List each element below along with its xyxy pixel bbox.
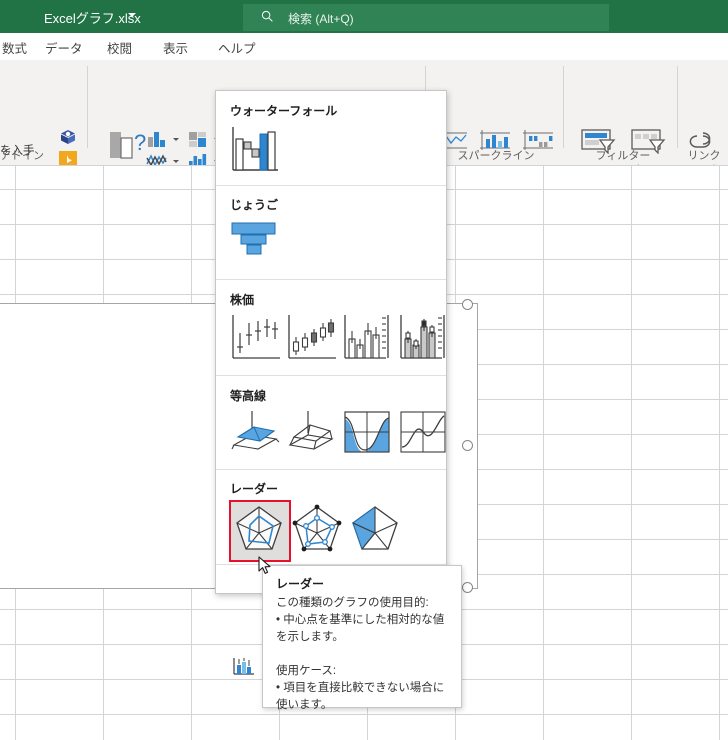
chevron-down-icon[interactable] — [173, 160, 179, 163]
ribbon-tab-bar: 数式 データ 校閲 表示 ヘルプ — [0, 33, 728, 61]
mouse-cursor-icon — [258, 556, 271, 574]
section-title-surface: 等高線 — [230, 389, 267, 403]
section-title-radar: レーダー — [230, 482, 279, 496]
more-charts-icon — [233, 658, 254, 675]
section-title-waterfall: ウォーターフォール — [230, 104, 338, 118]
tab-view[interactable]: 表示 — [163, 38, 188, 57]
chart-type-dropdown[interactable]: ウォーターフォール じょうご 株価 等高線 レーダー — [215, 90, 450, 675]
group-label-filter: フィルター — [595, 150, 651, 162]
wireframe-contour-thumb[interactable] — [398, 409, 450, 457]
chevron-down-icon[interactable] — [128, 13, 136, 17]
tab-formulas[interactable]: 数式 — [2, 38, 27, 57]
radar-with-markers-thumb[interactable] — [292, 504, 342, 554]
radar-chart-thumb[interactable] — [234, 504, 284, 554]
wireframe-3d-surface-thumb[interactable] — [286, 409, 338, 457]
tab-review[interactable]: 校閲 — [107, 38, 132, 57]
surface-3d-thumb[interactable] — [230, 409, 282, 457]
tooltip-title: レーダー — [276, 577, 325, 591]
section-title-funnel: じょうご — [230, 198, 279, 212]
search-icon — [261, 10, 273, 22]
group-label-link: リンク — [687, 150, 721, 162]
column-bar-chart-icon[interactable] — [145, 129, 169, 149]
stock-high-low-close-thumb[interactable] — [230, 313, 282, 363]
funnel-chart-thumb[interactable] — [230, 219, 280, 259]
search-input[interactable]: 検索 (Alt+Q) — [243, 4, 609, 31]
title-bar: Excelグラフ.xlsx 検索 (Alt+Q) — [0, 0, 728, 33]
contour-thumb[interactable] — [342, 409, 394, 457]
tab-data[interactable]: データ — [45, 38, 83, 57]
tab-help[interactable]: ヘルプ — [218, 38, 256, 57]
tooltip-body: この種類のグラフの使用目的: • 中心点を基準にした相対的な値を示します。 使用… — [276, 597, 445, 711]
bottom-right-handle[interactable] — [462, 582, 473, 593]
group-label-sparkline: スパークライン — [457, 150, 535, 162]
middle-right-handle[interactable] — [462, 440, 473, 451]
filled-radar-thumb[interactable] — [350, 504, 400, 554]
chevron-down-icon[interactable] — [173, 138, 179, 141]
group-label-addins: アドイン — [0, 150, 44, 162]
stock-open-high-low-close-thumb[interactable] — [286, 313, 338, 363]
stock-volume-open-high-low-close-thumb[interactable] — [398, 313, 450, 363]
section-title-stock: 株価 — [230, 293, 255, 307]
top-right-handle[interactable] — [462, 299, 473, 310]
search-placeholder-text: 検索 (Alt+Q) — [288, 12, 354, 26]
chart-type-tooltip: レーダー この種類のグラフの使用目的: • 中心点を基準にした相対的な値を示しま… — [262, 565, 462, 711]
visio-data-icon[interactable] — [59, 129, 77, 145]
hierarchy-chart-icon[interactable] — [186, 129, 210, 149]
stock-volume-high-low-close-thumb[interactable] — [342, 313, 394, 363]
waterfall-chart-thumb[interactable] — [230, 125, 280, 173]
document-title: Excelグラフ.xlsx — [44, 11, 141, 26]
